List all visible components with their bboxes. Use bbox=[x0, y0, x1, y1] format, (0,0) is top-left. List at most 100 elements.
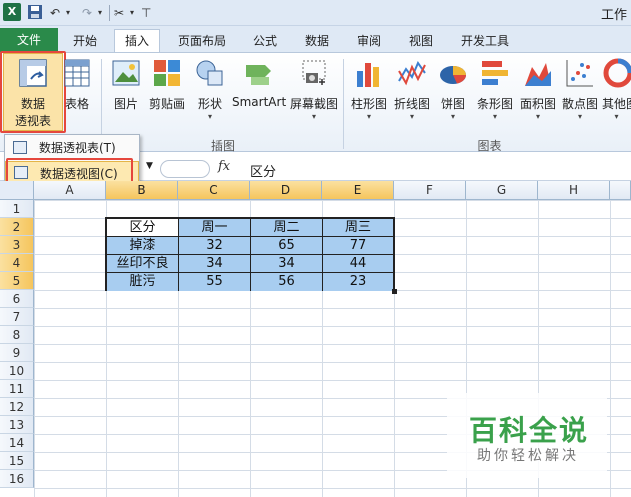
column-header[interactable]: A bbox=[34, 181, 106, 200]
name-box-dropdown-icon[interactable]: ▼ bbox=[146, 161, 153, 171]
redo-dropdown-icon[interactable]: ▾ bbox=[98, 4, 102, 22]
table-cell[interactable]: 掉漆 bbox=[107, 237, 179, 255]
tab-developer[interactable]: 开发工具 bbox=[452, 30, 518, 52]
undo-dropdown-icon[interactable]: ▾ bbox=[66, 4, 70, 22]
row-header[interactable]: 13 bbox=[0, 416, 34, 434]
tab-home[interactable]: 开始 bbox=[62, 30, 108, 52]
row-header[interactable]: 12 bbox=[0, 398, 34, 416]
other-chart-dropdown-icon: ▾ bbox=[614, 112, 619, 121]
select-all-corner[interactable] bbox=[0, 181, 34, 200]
column-header[interactable]: G bbox=[466, 181, 538, 200]
scatter-chart-label: 散点图 bbox=[561, 97, 598, 111]
smartart-icon bbox=[243, 57, 275, 89]
table-cell[interactable]: 77 bbox=[323, 237, 393, 255]
scatter-chart-button[interactable]: 散点图 ▾ bbox=[560, 57, 600, 122]
column-header[interactable]: E bbox=[322, 181, 394, 200]
table-cell[interactable]: 脏污 bbox=[107, 273, 179, 291]
row-header[interactable]: 14 bbox=[0, 434, 34, 452]
row-header[interactable]: 15 bbox=[0, 452, 34, 470]
shapes-label: 形状 bbox=[197, 97, 222, 111]
save-icon[interactable] bbox=[27, 4, 43, 22]
column-chart-button[interactable]: 柱形图 ▾ bbox=[348, 57, 390, 122]
bar-chart-label: 条形图 bbox=[476, 97, 513, 111]
table-cell[interactable]: 44 bbox=[323, 255, 393, 273]
line-chart-button[interactable]: 折线图 ▾ bbox=[391, 57, 433, 122]
tab-file[interactable]: 文件 bbox=[0, 28, 58, 52]
pie-chart-button[interactable]: 饼图 ▾ bbox=[436, 57, 470, 122]
pivot-table-small-icon bbox=[13, 141, 27, 154]
tools-icon[interactable]: ✂ bbox=[114, 4, 124, 22]
tab-view[interactable]: 视图 bbox=[398, 30, 444, 52]
formula-bar-expander[interactable] bbox=[160, 160, 210, 178]
bar-chart-button[interactable]: 条形图 ▾ bbox=[474, 57, 516, 122]
menu-item-pivot-table-label: 数据透视表(T) bbox=[39, 141, 116, 155]
shapes-dropdown-icon: ▾ bbox=[207, 112, 212, 121]
row-header[interactable]: 9 bbox=[0, 344, 34, 362]
clipart-button[interactable]: 剪贴画 bbox=[146, 57, 188, 112]
bar-chart-icon bbox=[479, 57, 511, 89]
row-header[interactable]: 16 bbox=[0, 470, 34, 488]
table-label: 表格 bbox=[64, 97, 89, 111]
column-header-partial[interactable] bbox=[610, 181, 631, 200]
shapes-button[interactable]: 形状 ▾ bbox=[192, 57, 228, 122]
column-header[interactable]: D bbox=[250, 181, 322, 200]
row-header[interactable]: 2 bbox=[0, 218, 34, 236]
table-icon bbox=[63, 57, 91, 89]
tools-dropdown-icon[interactable]: ▾ bbox=[130, 4, 134, 22]
illustrations-group-label: 插图 bbox=[210, 139, 235, 153]
formula-input[interactable]: 区分 bbox=[250, 161, 276, 180]
row-header[interactable]: 10 bbox=[0, 362, 34, 380]
column-header[interactable]: F bbox=[394, 181, 466, 200]
table-header-cell[interactable]: 周三 bbox=[323, 219, 393, 237]
row-header[interactable]: 6 bbox=[0, 290, 34, 308]
table-button[interactable]: 表格 bbox=[62, 57, 92, 112]
table-cell[interactable]: 65 bbox=[251, 237, 323, 255]
screenshot-label: 屏幕截图 bbox=[289, 97, 338, 111]
redo-icon[interactable]: ↷ bbox=[82, 4, 92, 22]
smartart-button[interactable]: SmartArt bbox=[232, 57, 286, 109]
column-header[interactable]: B bbox=[106, 181, 178, 200]
column-chart-icon bbox=[353, 57, 385, 89]
column-header[interactable]: C bbox=[178, 181, 250, 200]
column-header[interactable]: H bbox=[538, 181, 610, 200]
screenshot-button[interactable]: 屏幕截图 ▾ bbox=[289, 57, 339, 122]
tab-review[interactable]: 审阅 bbox=[346, 30, 392, 52]
other-chart-button[interactable]: 其他图 ▾ bbox=[602, 57, 631, 122]
table-cell[interactable]: 32 bbox=[179, 237, 251, 255]
table-cell[interactable]: 34 bbox=[179, 255, 251, 273]
row-header[interactable]: 1 bbox=[0, 200, 34, 218]
watermark: 百科全说 助你轻松解决 bbox=[447, 393, 607, 478]
customize-qat-icon[interactable]: ⊤ bbox=[141, 4, 151, 22]
row-header[interactable]: 3 bbox=[0, 236, 34, 254]
row-header[interactable]: 4 bbox=[0, 254, 34, 272]
table-header-cell[interactable]: 周一 bbox=[179, 219, 251, 237]
table-cell[interactable]: 34 bbox=[251, 255, 323, 273]
table-cell[interactable]: 55 bbox=[179, 273, 251, 291]
picture-label: 图片 bbox=[113, 97, 138, 111]
column-chart-label: 柱形图 bbox=[350, 97, 387, 111]
tab-page-layout[interactable]: 页面布局 bbox=[168, 30, 236, 52]
insert-function-icon[interactable]: fx bbox=[218, 159, 230, 174]
undo-icon[interactable]: ↶ bbox=[50, 4, 60, 22]
area-chart-icon bbox=[522, 57, 554, 89]
row-header[interactable]: 8 bbox=[0, 326, 34, 344]
screenshot-dropdown-icon: ▾ bbox=[311, 112, 316, 121]
fill-handle[interactable] bbox=[392, 289, 397, 294]
menu-item-pivot-table[interactable]: 数据透视表(T) bbox=[5, 136, 139, 160]
other-chart-icon bbox=[602, 57, 631, 89]
table-header-cell[interactable]: 周二 bbox=[251, 219, 323, 237]
excel-app-icon[interactable]: X bbox=[3, 3, 21, 21]
tab-insert[interactable]: 插入 bbox=[114, 29, 160, 53]
table-cell[interactable]: 56 bbox=[251, 273, 323, 291]
row-header[interactable]: 5 bbox=[0, 272, 34, 290]
row-header[interactable]: 11 bbox=[0, 380, 34, 398]
row-header[interactable]: 7 bbox=[0, 308, 34, 326]
group-separator bbox=[343, 59, 344, 149]
table-cell[interactable]: 丝印不良 bbox=[107, 255, 179, 273]
table-header-cell[interactable]: 区分 bbox=[107, 219, 179, 237]
table-cell[interactable]: 23 bbox=[323, 273, 393, 291]
tab-data[interactable]: 数据 bbox=[294, 30, 340, 52]
tab-formulas[interactable]: 公式 bbox=[242, 30, 288, 52]
picture-button[interactable]: 图片 bbox=[106, 57, 146, 112]
area-chart-button[interactable]: 面积图 ▾ bbox=[517, 57, 559, 122]
